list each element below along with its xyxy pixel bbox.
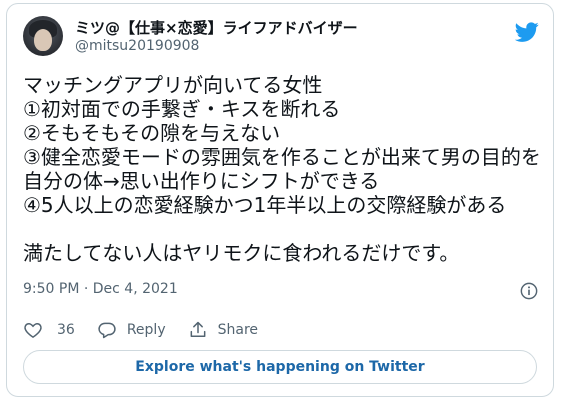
share-icon [190, 321, 206, 337]
tweet-card: ミツ@【仕事×恋愛】ライフアドバイザー @mitsu20190908 マッチング… [6, 3, 554, 397]
heart-icon [24, 322, 42, 338]
share-label: Share [217, 322, 259, 338]
like-count: 36 [57, 322, 75, 338]
avatar[interactable] [23, 16, 63, 56]
share-button[interactable]: Share [188, 320, 258, 340]
author-handle[interactable]: @mitsu20190908 [75, 38, 199, 54]
info-icon[interactable] [520, 282, 538, 300]
reply-label: Reply [126, 322, 166, 338]
tweet-timestamp[interactable]: 9:50 PM · Dec 4, 2021 [23, 281, 178, 297]
explore-twitter-button[interactable]: Explore what's happening on Twitter [23, 350, 537, 384]
reply-icon [98, 322, 116, 339]
tweet-text: マッチングアプリが向いてる女性 ①初対面での手繋ぎ・キスを断れる ②そもそもその… [23, 73, 541, 265]
author-name[interactable]: ミツ@【仕事×恋愛】ライフアドバイザー [75, 17, 358, 38]
reply-button[interactable]: Reply [97, 320, 166, 340]
like-button[interactable]: 36 [23, 320, 75, 340]
tweet-actions: 36 Reply Share [23, 319, 280, 341]
twitter-bird-icon[interactable] [515, 20, 539, 44]
